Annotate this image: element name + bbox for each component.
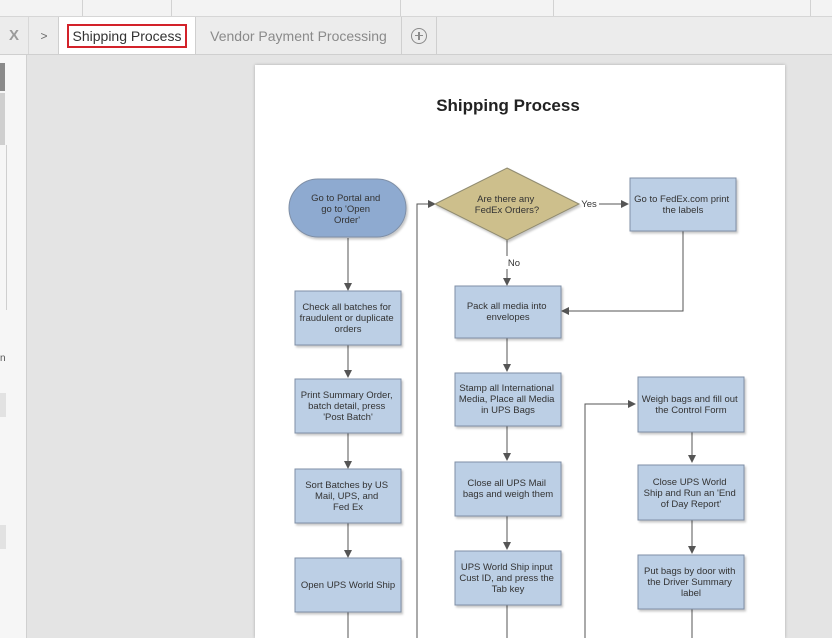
node-text-line: Tab key	[492, 584, 525, 595]
node-text-line: orders	[335, 324, 362, 335]
panel-text-fragment: n	[0, 353, 6, 364]
node-text-line: Go to FedEx.com print	[634, 194, 729, 205]
edge-label-yes: Yes	[581, 199, 597, 210]
node-text-line: Stamp all International	[459, 383, 554, 394]
node-text-line: Put bags by door with	[644, 566, 735, 577]
node-open-ups[interactable]: Open UPS World Ship	[294, 557, 402, 613]
node-ups-input[interactable]: UPS World Ship input Cust ID, and press …	[454, 550, 562, 606]
chevron-right-icon[interactable]: >	[28, 17, 59, 54]
node-close-bags[interactable]: Close all UPS Mail bags and weigh them	[454, 461, 562, 517]
svg-text:Close all UPS Mail: Close all UPS Mail bags and weigh them	[463, 478, 553, 500]
node-text-line: UPS World Ship input	[461, 562, 553, 573]
top-strip-segment	[554, 0, 811, 16]
node-text-line: in UPS Bags	[481, 405, 535, 416]
node-text-line: Weigh bags and fill out	[642, 394, 738, 405]
edge-label-no: No	[508, 258, 520, 269]
node-start[interactable]: Go to Portal and go to 'Open Order'	[288, 178, 407, 238]
node-text-line: Are there any	[477, 194, 534, 205]
panel-item[interactable]	[0, 393, 6, 417]
node-text-line: batch detail, press	[308, 401, 385, 412]
node-text-line: go to 'Open	[321, 204, 370, 215]
node-text-line: the labels	[663, 205, 704, 216]
tab-label: Vendor Payment Processing	[210, 27, 387, 44]
node-text-line: Ship and Run an 'End	[644, 488, 736, 499]
top-strip-segment	[0, 0, 83, 16]
panel-divider	[0, 145, 7, 310]
plus-circle-icon	[411, 27, 427, 44]
node-text-line: fraudulent or duplicate	[300, 313, 394, 324]
add-tab-button[interactable]	[402, 17, 437, 54]
top-strip-segment	[401, 0, 554, 16]
close-panel-button[interactable]: X	[0, 17, 28, 54]
node-stamp[interactable]: Stamp all International Media, Place all…	[454, 372, 562, 427]
panel-block	[0, 93, 5, 145]
top-strip	[0, 0, 832, 17]
top-strip-segment	[172, 0, 401, 16]
tab-shipping-process[interactable]: Shipping Process	[58, 17, 196, 54]
edge-fedex-pack	[561, 231, 684, 315]
node-fedex[interactable]: Go to FedEx.com print the labels	[629, 177, 737, 232]
node-print[interactable]: Print Summary Order, batch detail, press…	[294, 378, 402, 434]
edge-to-decision	[416, 200, 436, 638]
node-text-line: Media, Place all Media	[459, 394, 555, 405]
node-text-line: of Day Report'	[661, 499, 722, 510]
node-text-line: the Driver Summary	[647, 577, 732, 588]
node-text-line: Order'	[334, 215, 360, 226]
node-text-line: bags and weigh them	[463, 489, 553, 500]
node-sort[interactable]: Sort Batches by US Mail, UPS, and Fed Ex	[294, 468, 402, 524]
node-text-line: Fed Ex	[333, 502, 363, 513]
node-text-line: Go to Portal and	[311, 193, 380, 204]
node-text-line: Close UPS World	[653, 477, 727, 488]
node-decision[interactable]: Are there any FedEx Orders?	[433, 167, 581, 241]
left-panel: n	[0, 55, 27, 638]
node-text-line: Check all batches for	[302, 302, 391, 313]
node-pack[interactable]: Pack all media into envelopes	[454, 285, 562, 339]
node-text-line: Mail, UPS, and	[315, 491, 378, 502]
node-text-line: Close all UPS Mail	[467, 478, 546, 489]
node-text-line: envelopes	[486, 312, 530, 323]
diagram-title: Shipping Process	[436, 96, 580, 115]
node-check[interactable]: Check all batches for fraudulent or dupl…	[294, 290, 402, 346]
node-text-line: Open UPS World Ship	[301, 580, 395, 591]
edge-to-weigh	[584, 400, 636, 638]
node-door[interactable]: Put bags by door with the Driver Summary…	[637, 554, 745, 610]
flowchart: Shipping Process Yes No Go to Portal and…	[288, 96, 745, 638]
tab-bar: X > Shipping Process Vendor Payment Proc…	[0, 17, 832, 55]
svg-text:Are there any FedEx: Are there any FedEx Orders?	[475, 194, 539, 216]
diagram-canvas: Shipping Process Yes No Go to Portal and…	[255, 65, 785, 638]
scrollbar-thumb[interactable]	[0, 63, 5, 91]
node-text-line: label	[681, 588, 701, 599]
node-text-line: Pack all media into	[467, 301, 547, 312]
node-text-line: Print Summary Order,	[301, 390, 393, 401]
node-text-line: 'Post Batch'	[323, 412, 373, 423]
node-text-line: Sort Batches by US	[305, 480, 388, 491]
node-close-ups[interactable]: Close UPS World Ship and Run an 'End of …	[637, 464, 745, 521]
node-text-line: the Control Form	[655, 405, 726, 416]
node-weigh[interactable]: Weigh bags and fill out the Control Form	[637, 376, 745, 433]
tab-label: Shipping Process	[66, 23, 188, 48]
tab-vendor-payment-processing[interactable]: Vendor Payment Processing	[196, 17, 402, 54]
nodes: Go to Portal and go to 'Open Order' Chec…	[288, 167, 745, 613]
node-text-line: FedEx Orders?	[475, 205, 539, 216]
top-strip-segment	[83, 0, 172, 16]
node-text-line: Cust ID, and press the	[459, 573, 554, 584]
svg-text:Weigh bags and fill out: Weigh bags and fill out the Control Form	[642, 394, 741, 416]
panel-item[interactable]	[0, 525, 6, 549]
